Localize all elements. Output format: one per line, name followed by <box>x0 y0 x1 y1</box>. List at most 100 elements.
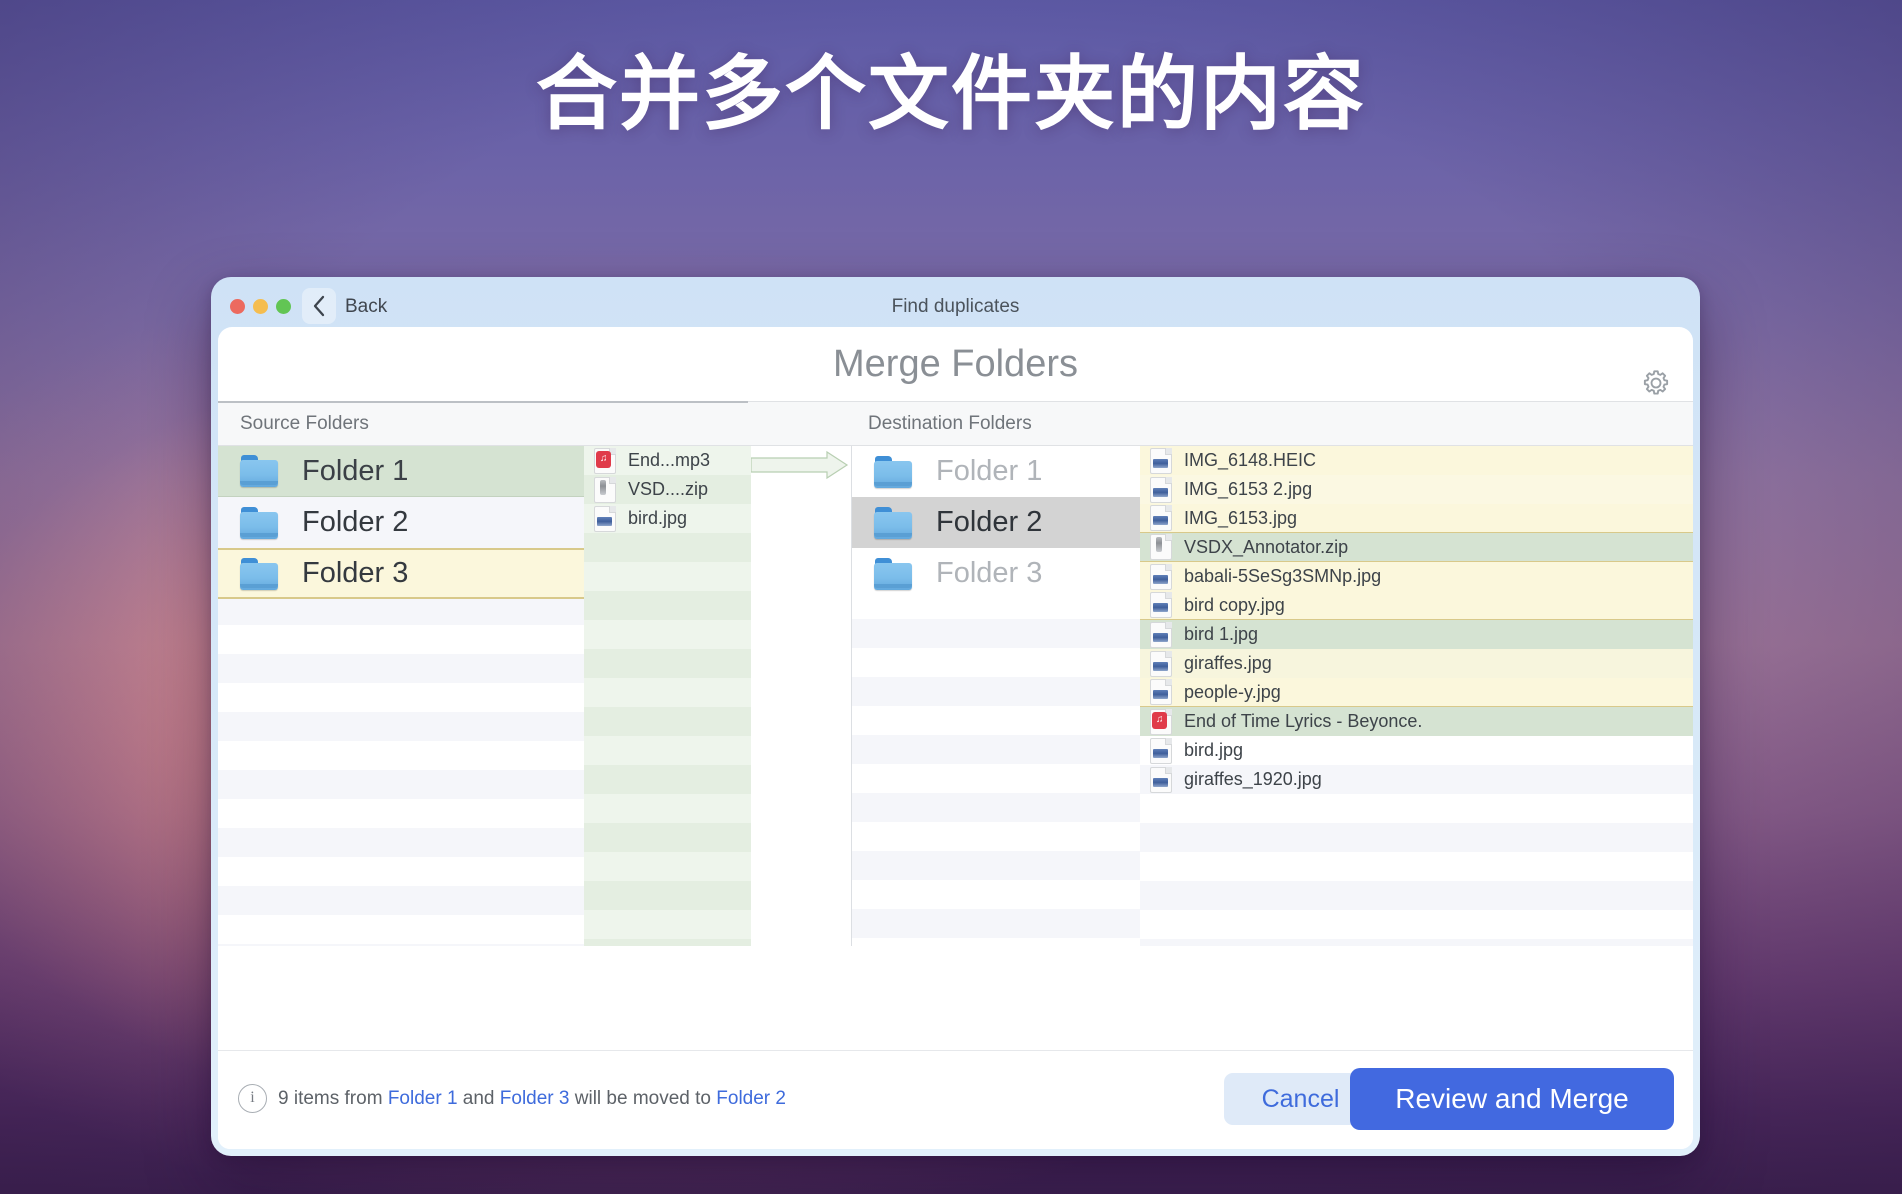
folder-icon <box>240 455 280 487</box>
status-link-source-1[interactable]: Folder 1 <box>388 1088 458 1109</box>
footer-bar: i 9 items from Folder 1 and Folder 3 wil… <box>218 1050 1693 1149</box>
column-headers: Source Folders Destination Folders <box>218 401 1693 446</box>
source-empty-row <box>218 712 584 741</box>
destination-file-row[interactable]: babali-5SeSg3SMNp.jpg <box>1140 562 1693 591</box>
source-empty-row <box>218 741 584 770</box>
destination-folder-row-1[interactable]: Folder 1 <box>852 446 1140 497</box>
destination-file-name: IMG_6153 2.jpg <box>1184 479 1312 500</box>
destination-files-pane: IMG_6148.HEIC IMG_6153 2.jpg IMG_6153.jp… <box>1140 446 1693 946</box>
source-file-row[interactable]: ♫ End...mp3 <box>584 446 751 475</box>
status-link-source-2[interactable]: Folder 3 <box>500 1088 570 1109</box>
image-file-icon <box>1150 477 1172 503</box>
folder-icon <box>240 507 280 539</box>
destination-empty-row <box>852 793 1140 822</box>
source-folder-row-2[interactable]: Folder 2 <box>218 497 584 548</box>
destination-file-name: bird copy.jpg <box>1184 595 1285 616</box>
destination-file-empty-row <box>1140 939 1693 946</box>
destination-file-row[interactable]: giraffes_1920.jpg <box>1140 765 1693 794</box>
source-file-row[interactable]: bird.jpg <box>584 504 751 533</box>
image-file-icon <box>1150 651 1172 677</box>
source-file-empty-row <box>584 620 751 649</box>
source-empty-row <box>218 915 584 944</box>
destination-empty-row <box>852 822 1140 851</box>
image-file-icon <box>1150 505 1172 531</box>
source-files-pane: ♫ End...mp3 VSD....zip bird.jpg <box>584 446 751 946</box>
destination-file-row[interactable]: giraffes.jpg <box>1140 649 1693 678</box>
source-empty-row <box>218 857 584 886</box>
image-file-icon <box>594 506 616 532</box>
zip-file-icon <box>1150 534 1172 560</box>
folder-icon <box>874 507 914 539</box>
source-empty-row <box>218 886 584 915</box>
destination-empty-row <box>852 764 1140 793</box>
panes-container: Folder 1 Folder 2 Folder 3 <box>218 446 1693 946</box>
destination-file-row[interactable]: people-y.jpg <box>1140 678 1693 707</box>
destination-file-name: bird 1.jpg <box>1184 624 1258 645</box>
source-empty-row <box>218 828 584 857</box>
source-file-empty-row <box>584 562 751 591</box>
destination-file-name: babali-5SeSg3SMNp.jpg <box>1184 566 1381 587</box>
destination-file-row[interactable]: bird copy.jpg <box>1140 591 1693 620</box>
destination-file-name: IMG_6148.HEIC <box>1184 450 1316 471</box>
status-link-destination[interactable]: Folder 2 <box>716 1088 786 1109</box>
destination-file-row[interactable]: IMG_6153.jpg <box>1140 504 1693 533</box>
destination-file-row[interactable]: ♫ End of Time Lyrics - Beyonce. <box>1140 707 1693 736</box>
destination-file-empty-row <box>1140 852 1693 881</box>
destination-file-row[interactable]: bird.jpg <box>1140 736 1693 765</box>
destination-file-row[interactable]: IMG_6148.HEIC <box>1140 446 1693 475</box>
source-file-empty-row <box>584 881 751 910</box>
source-file-name: End...mp3 <box>628 450 710 471</box>
destination-file-row[interactable]: IMG_6153 2.jpg <box>1140 475 1693 504</box>
info-icon: i <box>238 1084 267 1113</box>
source-file-empty-row <box>584 678 751 707</box>
image-file-icon <box>1150 564 1172 590</box>
destination-file-name: IMG_6153.jpg <box>1184 508 1297 529</box>
image-file-icon <box>1150 738 1172 764</box>
source-file-name: VSD....zip <box>628 479 708 500</box>
destination-empty-row <box>852 851 1140 880</box>
source-folder-name: Folder 1 <box>302 455 408 488</box>
source-folder-row-3[interactable]: Folder 3 <box>218 548 584 599</box>
destination-folder-name: Folder 1 <box>936 455 1042 488</box>
source-file-empty-row <box>584 765 751 794</box>
destination-folder-row-2[interactable]: Folder 2 <box>852 497 1140 548</box>
source-folders-header: Source Folders <box>240 413 369 435</box>
destination-empty-row <box>852 880 1140 909</box>
destination-file-empty-row <box>1140 794 1693 823</box>
image-file-icon <box>1150 592 1172 618</box>
source-folder-row-1[interactable]: Folder 1 <box>218 446 584 497</box>
content-card: Merge Folders Source Folders Destination… <box>218 327 1693 1149</box>
gear-icon[interactable] <box>1641 349 1671 379</box>
review-and-merge-button[interactable]: Review and Merge <box>1350 1068 1674 1130</box>
destination-file-name: giraffes.jpg <box>1184 653 1272 674</box>
destination-file-name: VSDX_Annotator.zip <box>1184 537 1348 558</box>
merge-arrow-icon <box>751 450 851 490</box>
folder-icon <box>874 558 914 590</box>
source-empty-row <box>218 799 584 828</box>
image-file-icon <box>1150 448 1172 474</box>
page-title-text: Merge Folders <box>833 343 1078 385</box>
page-title: Merge Folders <box>218 327 1693 401</box>
destination-file-name: people-y.jpg <box>1184 682 1281 703</box>
destination-file-row[interactable]: bird 1.jpg <box>1140 620 1693 649</box>
source-folders-pane: Folder 1 Folder 2 Folder 3 <box>218 446 584 946</box>
destination-folder-row-3[interactable]: Folder 3 <box>852 548 1140 599</box>
image-file-icon <box>1150 767 1172 793</box>
source-file-empty-row <box>584 910 751 939</box>
source-file-row[interactable]: VSD....zip <box>584 475 751 504</box>
audio-file-icon: ♫ <box>594 448 616 474</box>
destination-file-empty-row <box>1140 823 1693 852</box>
source-file-empty-row <box>584 707 751 736</box>
destination-empty-row <box>852 735 1140 764</box>
source-empty-row <box>218 683 584 712</box>
audio-file-icon: ♫ <box>1150 709 1172 735</box>
destination-file-row[interactable]: VSDX_Annotator.zip <box>1140 533 1693 562</box>
app-window: Back Find duplicates Merge Folders Sourc… <box>211 277 1700 1156</box>
source-file-empty-row <box>584 939 751 946</box>
destination-file-empty-row <box>1140 910 1693 939</box>
destination-empty-row <box>852 909 1140 938</box>
source-file-empty-row <box>584 591 751 620</box>
source-file-empty-row <box>584 736 751 765</box>
destination-empty-row <box>852 648 1140 677</box>
source-empty-row <box>218 770 584 799</box>
